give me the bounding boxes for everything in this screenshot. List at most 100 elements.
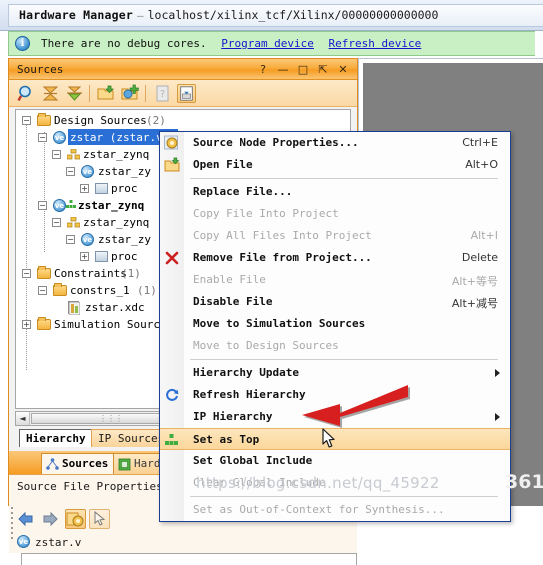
folder-icon	[53, 283, 67, 296]
maximize-button[interactable]: □	[295, 62, 311, 77]
menu-item-disable-file[interactable]: Disable File Alt+减号	[160, 291, 510, 313]
back-arrow-icon[interactable]	[17, 509, 38, 529]
menu-label: Clear Global Include	[193, 476, 326, 489]
tree-count: (2)	[146, 114, 166, 127]
info-bar-text: There are no debug cores. Program device…	[41, 37, 421, 50]
sources-icon	[46, 458, 59, 474]
expander-minus-icon[interactable]: −	[38, 201, 47, 210]
menu-label: Move to Simulation Sources	[193, 317, 366, 330]
expand-all-icon[interactable]	[65, 84, 84, 103]
expander-plus-icon[interactable]: +	[80, 252, 89, 261]
search-icon[interactable]	[17, 84, 36, 103]
close-button[interactable]: ✕	[335, 62, 351, 77]
expander-minus-icon[interactable]: −	[66, 167, 75, 176]
expander-minus-icon[interactable]: −	[52, 218, 61, 227]
expander-minus-icon[interactable]: −	[22, 116, 31, 125]
minimize-button[interactable]: —	[275, 62, 291, 77]
submenu-arrow-icon	[495, 413, 500, 421]
tree-label: Constraints	[54, 267, 127, 280]
menu-item-open-file[interactable]: Open File Alt+O	[160, 154, 510, 176]
tree-count: (1)	[137, 284, 157, 297]
info-icon: i	[15, 36, 30, 51]
expander-minus-icon[interactable]: −	[22, 269, 31, 278]
menu-item-enable-file: Enable File Alt+等号	[160, 269, 510, 291]
menu-item-hierarchy-update[interactable]: Hierarchy Update	[160, 362, 510, 384]
tree-label: proc	[111, 182, 138, 195]
open-folder-icon[interactable]	[97, 84, 116, 103]
menu-item-move-to-simulation-sources[interactable]: Move to Simulation Sources	[160, 313, 510, 335]
verilog-icon: ve	[17, 535, 30, 548]
menu-separator	[190, 359, 498, 360]
collapse-all-icon[interactable]	[41, 84, 60, 103]
title-dash: –	[136, 9, 144, 22]
tab-hierarchy[interactable]: Hierarchy	[19, 429, 93, 447]
menu-label: Enable File	[193, 273, 266, 286]
menu-label: Replace File...	[193, 185, 293, 198]
tree-label: Simulation Sources	[54, 318, 174, 331]
tree-label: zstar_zy	[98, 165, 151, 178]
menu-item-copy-file-into-project: Copy File Into Project	[160, 203, 510, 225]
menu-label: Refresh Hierarchy	[193, 388, 306, 401]
add-sources-icon[interactable]	[121, 84, 140, 103]
help-button[interactable]: ?	[255, 62, 271, 77]
tab-sources[interactable]: Sources	[41, 453, 116, 474]
block-design-icon	[66, 148, 81, 160]
ip-core-icon	[95, 183, 108, 194]
panel-drag-grip[interactable]	[11, 507, 14, 547]
program-device-link[interactable]: Program device	[221, 37, 314, 50]
import-icon[interactable]	[177, 84, 196, 103]
tree-guide-line	[44, 132, 45, 252]
menu-label: Move to Design Sources	[193, 339, 339, 352]
menu-shortcut: Alt+O	[465, 158, 498, 171]
expander-minus-icon[interactable]: −	[38, 133, 47, 142]
menu-item-refresh-hierarchy[interactable]: Refresh Hierarchy	[160, 384, 510, 406]
menu-separator	[190, 496, 498, 497]
menu-item-remove-file-from-project[interactable]: Remove File from Project... Delete	[160, 247, 510, 269]
info-message: There are no debug cores.	[41, 37, 207, 50]
window-title: Hardware Manager	[19, 8, 133, 22]
scroll-left-arrow-icon[interactable]: ◄	[16, 412, 30, 425]
menu-label: Set Global Include	[193, 454, 313, 467]
properties-gear-icon	[164, 135, 180, 151]
remove-x-icon	[164, 250, 180, 266]
block-design-icon	[66, 216, 81, 228]
menu-label: Remove File from Project...	[193, 251, 372, 264]
hardware-manager-title-inner: Hardware Manager – localhost/xilinx_tcf/Xi…	[8, 4, 543, 27]
menu-item-replace-file[interactable]: Replace File...	[160, 181, 510, 203]
expander-plus-icon[interactable]: +	[80, 184, 89, 193]
refresh-icon	[164, 387, 180, 403]
menu-item-move-to-design-sources: Move to Design Sources	[160, 335, 510, 357]
hardware-manager-titlebar: Hardware Manager – localhost/xilinx_tcf/Xi…	[0, 0, 543, 31]
source-context-menu: Source Node Properties... Ctrl+E Open Fi…	[159, 131, 511, 522]
submenu-arrow-icon	[495, 369, 500, 377]
mouse-pointer	[322, 428, 338, 450]
menu-label: Hierarchy Update	[193, 366, 299, 379]
expander-minus-icon[interactable]: −	[52, 150, 61, 159]
sources-titlebar: Sources ? — □ ⇱ ✕	[9, 59, 357, 80]
debug-cores-info-bar: i There are no debug cores. Program devi…	[8, 31, 535, 56]
menu-label: Copy File Into Project	[193, 207, 339, 220]
source-file-properties-content-box	[21, 553, 357, 565]
float-button[interactable]: ⇱	[315, 62, 331, 77]
properties-icon[interactable]	[65, 509, 86, 529]
expander-minus-icon[interactable]: −	[38, 286, 47, 295]
menu-item-ip-hierarchy[interactable]: IP Hierarchy	[160, 406, 510, 428]
menu-item-source-node-properties[interactable]: Source Node Properties... Ctrl+E	[160, 132, 510, 154]
tree-label: zstar_zy	[98, 233, 151, 246]
folder-icon	[37, 266, 51, 279]
tree-guide-line	[26, 118, 27, 370]
menu-shortcut: Alt+减号	[451, 297, 498, 310]
tree-count: (1)	[121, 267, 141, 280]
menu-separator	[190, 178, 498, 179]
refresh-device-link[interactable]: Refresh device	[329, 37, 422, 50]
select-icon[interactable]	[89, 509, 110, 529]
forward-arrow-icon[interactable]	[41, 509, 62, 529]
source-file-properties-file-row[interactable]: ve zstar.v	[9, 533, 357, 553]
menu-label: Disable File	[193, 295, 273, 308]
toolbar-separator-2	[145, 85, 146, 102]
expander-minus-icon[interactable]: −	[66, 235, 75, 244]
tree-label: Design Sources	[54, 114, 147, 127]
expander-plus-icon[interactable]: +	[22, 320, 31, 329]
menu-item-set-global-include[interactable]: Set Global Include	[160, 450, 510, 472]
tab-sources-label: Sources	[62, 457, 109, 470]
